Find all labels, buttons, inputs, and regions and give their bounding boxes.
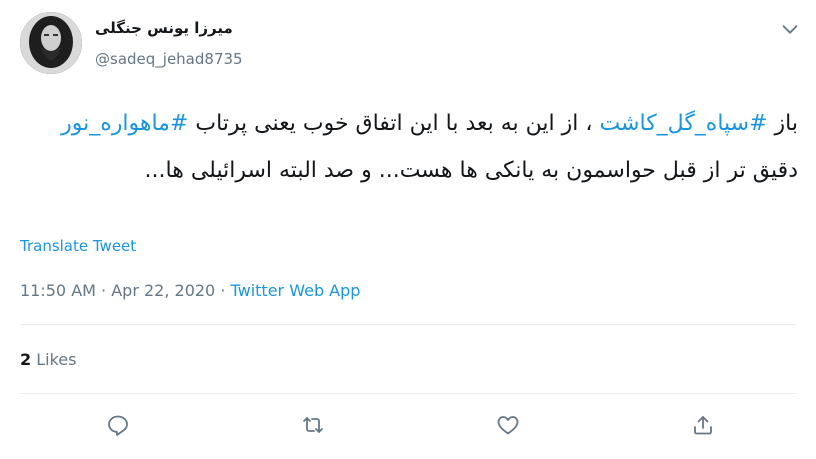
hashtag-link[interactable]: #ماهواره_نور [61,111,188,136]
translate-tweet-link[interactable]: Translate Tweet [20,237,136,255]
avatar[interactable] [20,12,82,74]
display-name[interactable]: میرزا یونس جنگلی [95,19,233,37]
tweet-source-link[interactable]: Twitter Web App [231,281,361,300]
tweet-text: باز #سپاه_گل_کاشت ، از این به بعد با این… [20,100,798,194]
tweet-text-segment: باز [767,111,798,136]
tweet-date[interactable]: Apr 22, 2020 [111,281,215,300]
share-icon[interactable] [688,410,718,440]
meta-separator: · [215,281,231,300]
divider [20,324,796,325]
reply-icon[interactable] [103,410,133,440]
avatar-image [20,12,82,74]
divider [20,393,796,394]
likes-stat[interactable]: 2 Likes [20,350,76,369]
meta-separator: · [95,281,112,300]
tweet-text-segment: دقیق تر از قبل حواسمون به یانکی ها هست..… [144,158,798,183]
user-handle[interactable]: @sadeq_jehad8735 [95,50,243,68]
retweet-icon[interactable] [298,410,328,440]
tweet-time[interactable]: 11:50 AM [20,281,96,300]
tweet-text-segment: ، از این به بعد با این اتفاق خوب یعنی پر… [188,111,600,136]
hashtag-link[interactable]: #سپاه_گل_کاشت [599,111,767,136]
heart-icon[interactable] [493,410,523,440]
likes-label: Likes [36,350,77,369]
chevron-down-icon[interactable] [779,18,801,40]
likes-count: 2 [20,350,32,369]
tweet-meta: 11:50 AM · Apr 22, 2020 · Twitter Web Ap… [20,281,360,300]
